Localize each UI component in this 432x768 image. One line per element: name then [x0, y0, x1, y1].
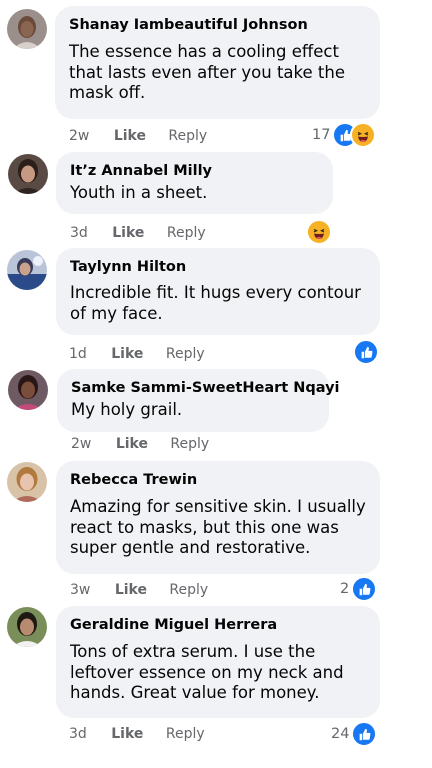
comment-text: Youth in a sheet.: [70, 183, 208, 202]
comment-actions: 3d Like Reply: [70, 224, 206, 242]
reply-button[interactable]: Reply: [169, 581, 208, 599]
comment-bubble: It’z Annabel Milly Youth in a sheet.: [56, 152, 333, 214]
comment-timestamp[interactable]: 3d: [69, 725, 87, 743]
reaction-count: 2: [340, 581, 350, 597]
comment-timestamp[interactable]: 3w: [70, 581, 90, 599]
comment-actions: 2w Like Reply: [71, 435, 209, 453]
comment-actions: 3d Like Reply: [69, 725, 205, 743]
like-button[interactable]: Like: [111, 725, 143, 743]
comment-author[interactable]: Rebecca Trewin: [70, 471, 366, 489]
reply-button[interactable]: Reply: [167, 224, 206, 242]
reaction-summary[interactable]: 24: [331, 721, 378, 747]
comment-author[interactable]: Samke Sammi-SweetHeart Nqayi: [71, 379, 340, 397]
comment-text: Incredible fit. It hugs every contour of…: [70, 283, 361, 323]
like-button[interactable]: Like: [116, 435, 148, 453]
like-icon: [351, 576, 378, 602]
comment-bubble: Geraldine Miguel Herrera Tons of extra s…: [56, 606, 380, 718]
comment-timestamp[interactable]: 2w: [71, 435, 91, 453]
like-button[interactable]: Like: [114, 127, 146, 145]
comment-bubble: Shanay Iambeautiful Johnson The essence …: [55, 6, 380, 119]
reaction-count: 24: [331, 726, 350, 742]
comment-text: Tons of extra serum. I use the leftover …: [70, 642, 344, 702]
avatar[interactable]: [8, 370, 48, 410]
avatar-photo: [8, 154, 48, 194]
avatar[interactable]: [8, 154, 48, 194]
like-button[interactable]: Like: [115, 581, 147, 599]
avatar[interactable]: [7, 250, 47, 290]
like-icon: [351, 721, 378, 747]
reaction-summary[interactable]: [306, 219, 332, 245]
reply-button[interactable]: Reply: [166, 725, 205, 743]
comment-author[interactable]: Geraldine Miguel Herrera: [70, 616, 366, 634]
avatar[interactable]: [7, 462, 47, 502]
like-icon: [353, 339, 379, 365]
comment-actions: 3w Like Reply: [70, 581, 208, 599]
avatar-photo: [7, 462, 47, 502]
avatar[interactable]: [7, 9, 47, 49]
reply-button[interactable]: Reply: [170, 435, 209, 453]
comment-author[interactable]: Shanay Iambeautiful Johnson: [69, 16, 366, 34]
reaction-summary[interactable]: 17: [312, 122, 377, 148]
comment-author[interactable]: It’z Annabel Milly: [70, 162, 319, 180]
comment-author[interactable]: Taylynn Hilton: [70, 258, 366, 276]
comment-bubble: Samke Sammi-SweetHeart Nqayi My holy gra…: [57, 369, 340, 432]
comment-actions: 2w Like Reply: [69, 127, 207, 145]
reaction-summary[interactable]: 2: [340, 576, 378, 602]
reaction-summary[interactable]: [353, 339, 379, 365]
comment-timestamp[interactable]: 2w: [69, 127, 89, 145]
reaction-count: 17: [312, 127, 331, 143]
avatar-photo: [7, 607, 47, 647]
reply-button[interactable]: Reply: [168, 127, 207, 145]
comment-bubble: Rebecca Trewin Amazing for sensitive ski…: [56, 461, 380, 574]
comment-actions: 1d Like Reply: [69, 345, 205, 363]
haha-icon: [350, 122, 377, 148]
comment-timestamp[interactable]: 3d: [70, 224, 88, 242]
avatar-photo: [7, 9, 47, 49]
comment-text: My holy grail.: [71, 400, 183, 419]
like-button[interactable]: Like: [111, 345, 143, 363]
avatar[interactable]: [7, 607, 47, 647]
like-button[interactable]: Like: [112, 224, 144, 242]
avatar-photo: [7, 250, 47, 290]
haha-icon: [306, 219, 332, 245]
comment-timestamp[interactable]: 1d: [69, 345, 87, 363]
avatar-photo: [8, 370, 48, 410]
comment-text: Amazing for sensitive skin. I usually re…: [70, 497, 366, 557]
reply-button[interactable]: Reply: [166, 345, 205, 363]
comment-bubble: Taylynn Hilton Incredible fit. It hugs e…: [56, 248, 380, 335]
comment-text: The essence has a cooling effect that la…: [69, 42, 345, 102]
